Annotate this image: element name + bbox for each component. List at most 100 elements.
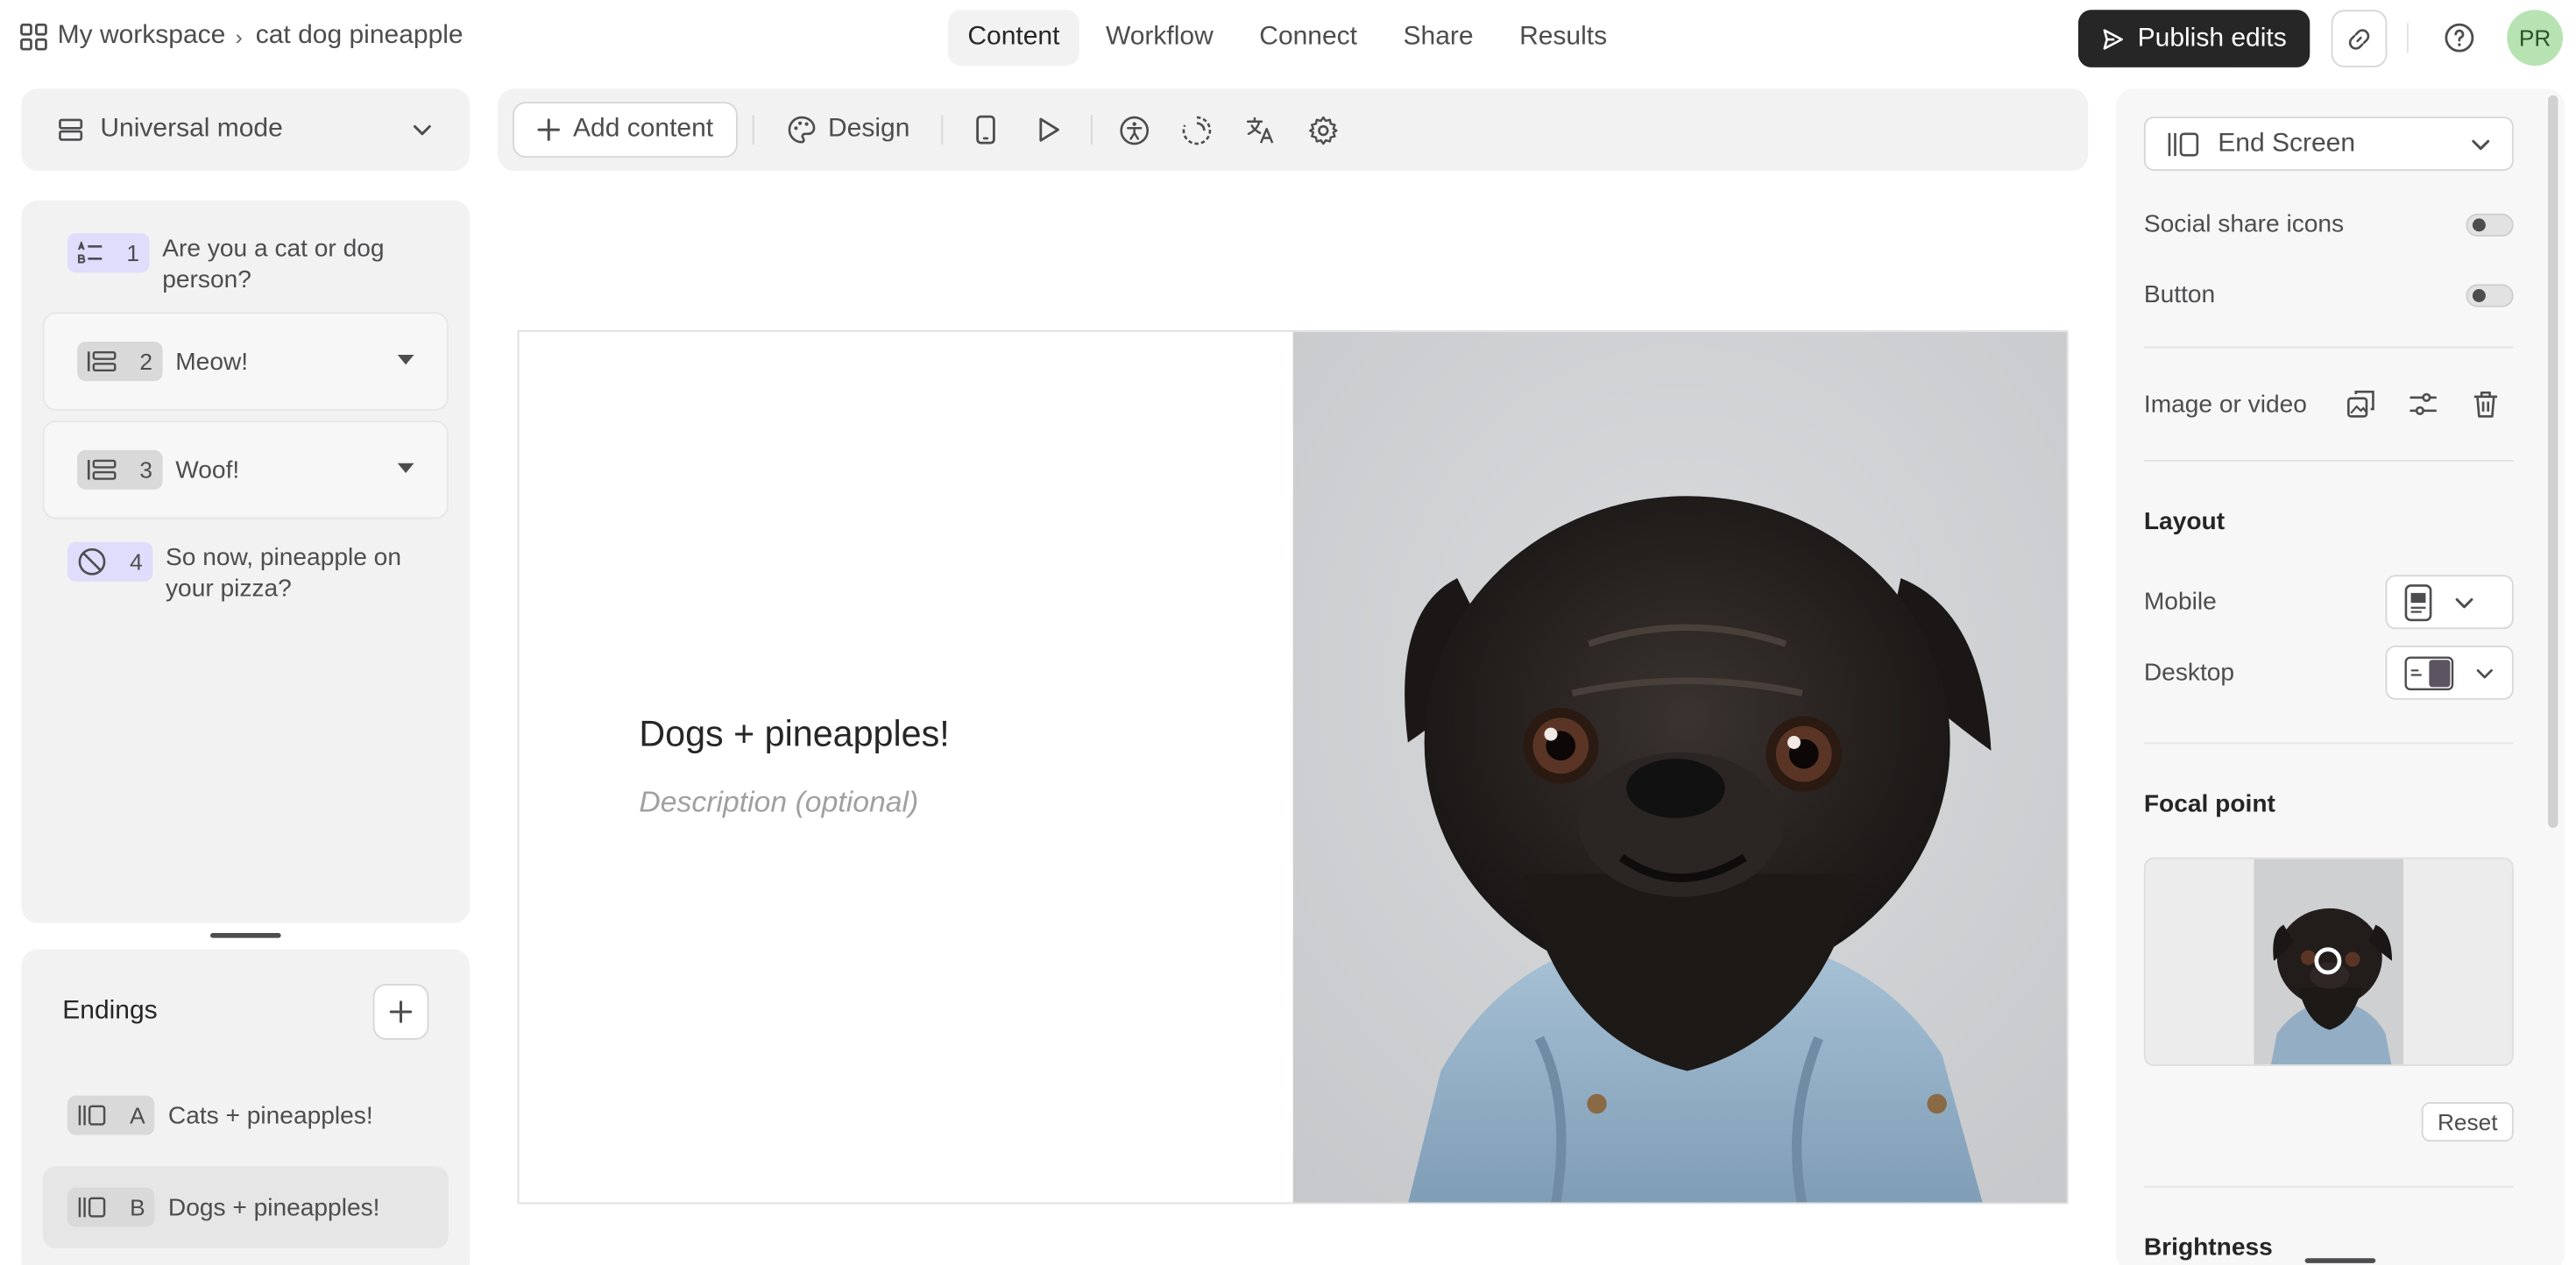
ending-text: Dogs + pineapples! bbox=[167, 1193, 380, 1222]
desktop-layout-select[interactable] bbox=[2385, 645, 2514, 700]
ending-chip: B bbox=[67, 1187, 155, 1227]
settings-button[interactable] bbox=[1305, 112, 1341, 148]
divider bbox=[2143, 742, 2514, 745]
tab-share[interactable]: Share bbox=[1384, 10, 1493, 66]
chevron-down-icon bbox=[2455, 597, 2473, 608]
ending-item[interactable]: A Cats + pineapples! bbox=[43, 1074, 449, 1156]
question-number: 2 bbox=[139, 348, 152, 375]
desktop-layout-icon bbox=[2404, 655, 2454, 690]
workspace-grid-icon[interactable] bbox=[20, 22, 48, 50]
chevron-right-icon: › bbox=[235, 24, 243, 49]
screen-description-placeholder[interactable]: Description (optional) bbox=[639, 785, 918, 819]
screen-title[interactable]: Dogs + pineapples! bbox=[639, 713, 949, 756]
brightness-title: Brightness bbox=[2143, 1233, 2273, 1261]
question-text: Are you a cat or dog person? bbox=[162, 235, 385, 294]
link-icon bbox=[2348, 28, 2370, 49]
desktop-layout-label: Desktop bbox=[2143, 658, 2235, 687]
caret-down-icon[interactable] bbox=[397, 355, 414, 365]
tab-workflow[interactable]: Workflow bbox=[1086, 10, 1233, 66]
end-screen-icon bbox=[78, 1105, 106, 1126]
tab-content[interactable]: Content bbox=[947, 10, 1079, 66]
question-chip: 1 bbox=[67, 233, 150, 273]
preview-button[interactable] bbox=[1030, 112, 1066, 148]
tab-connect[interactable]: Connect bbox=[1240, 10, 1377, 66]
chevron-down-icon bbox=[2472, 138, 2490, 150]
divider bbox=[2143, 1185, 2514, 1188]
button-toggle[interactable] bbox=[2466, 284, 2514, 307]
chevron-down-icon bbox=[2476, 668, 2494, 678]
avatar[interactable]: PR bbox=[2507, 10, 2563, 66]
mobile-preview-button[interactable] bbox=[967, 112, 1003, 148]
layers-icon bbox=[59, 118, 83, 141]
panel-scrollbar[interactable] bbox=[2548, 95, 2558, 828]
editor-toolbar: Add content Design bbox=[498, 88, 2089, 171]
yes-no-icon bbox=[78, 548, 106, 576]
publish-label: Publish edits bbox=[2137, 24, 2287, 53]
add-content-button[interactable]: Add content bbox=[513, 102, 738, 158]
end-screen-icon bbox=[78, 1197, 106, 1218]
breadcrumb-workspace[interactable]: My workspace bbox=[58, 21, 226, 51]
question-item[interactable]: 4 So now, pineapple on your pizza? bbox=[43, 541, 449, 604]
ending-letter: A bbox=[130, 1102, 145, 1129]
endings-title: Endings bbox=[62, 997, 158, 1025]
top-bar: My workspace › cat dog pineapple Content… bbox=[0, 0, 2576, 75]
question-item[interactable]: 3 Woof! bbox=[42, 420, 449, 519]
phone-icon bbox=[976, 115, 995, 145]
focal-point-title: Focal point bbox=[2143, 789, 2275, 818]
layout-title: Layout bbox=[2143, 507, 2226, 536]
pug-photo[interactable] bbox=[1292, 331, 2069, 1205]
focal-point-thumbnail bbox=[2254, 859, 2404, 1064]
translate-button[interactable] bbox=[1242, 112, 1278, 148]
design-label: Design bbox=[828, 115, 910, 144]
panel-resize-handle[interactable] bbox=[2304, 1258, 2376, 1263]
question-text: So now, pineapple on your pizza? bbox=[165, 543, 401, 604]
ending-item-selected[interactable]: B Dogs + pineapples! bbox=[42, 1166, 449, 1248]
copy-link-button[interactable] bbox=[2331, 10, 2388, 67]
breadcrumb: My workspace › cat dog pineapple bbox=[20, 21, 464, 51]
help-button[interactable] bbox=[2439, 18, 2479, 58]
replace-image-button[interactable] bbox=[2343, 386, 2379, 422]
divider bbox=[2143, 346, 2514, 349]
help-icon bbox=[2445, 23, 2474, 53]
publish-button[interactable]: Publish edits bbox=[2077, 10, 2311, 67]
mode-select[interactable]: Universal mode bbox=[21, 88, 471, 171]
caret-down-icon[interactable] bbox=[397, 463, 414, 473]
trash-icon bbox=[2473, 391, 2497, 418]
mobile-layout-select[interactable] bbox=[2385, 575, 2514, 630]
divider bbox=[2406, 23, 2409, 53]
properties-panel: End Screen Social share icons Button Ima… bbox=[2116, 88, 2565, 1265]
statement-icon bbox=[87, 350, 117, 372]
question-item[interactable]: 1 Are you a cat or dog person? bbox=[43, 233, 449, 295]
question-item[interactable]: 2 Meow! bbox=[42, 312, 449, 411]
social-share-toggle[interactable] bbox=[2466, 213, 2514, 237]
question-chip: 3 bbox=[77, 449, 163, 490]
add-content-label: Add content bbox=[572, 115, 714, 144]
reset-focal-button[interactable]: Reset bbox=[2421, 1102, 2514, 1142]
play-icon bbox=[1039, 117, 1059, 142]
chevron-down-icon bbox=[413, 124, 431, 136]
logic-button[interactable] bbox=[1178, 112, 1214, 148]
image-replace-icon bbox=[2347, 390, 2374, 418]
screen-type-label: End Screen bbox=[2218, 129, 2356, 158]
image-settings-button[interactable] bbox=[2405, 386, 2441, 422]
mobile-layout-label: Mobile bbox=[2143, 588, 2217, 617]
plus-icon bbox=[389, 1000, 413, 1023]
screen-type-select[interactable]: End Screen bbox=[2143, 117, 2514, 171]
toolbar-divider bbox=[752, 115, 754, 145]
delete-image-button[interactable] bbox=[2467, 386, 2503, 422]
toolbar-divider bbox=[941, 115, 944, 145]
focal-point-picker[interactable] bbox=[2143, 857, 2514, 1066]
panel-resize-handle[interactable] bbox=[210, 933, 281, 938]
mode-select-label: Universal mode bbox=[100, 115, 283, 144]
plus-icon bbox=[537, 118, 560, 141]
design-button[interactable]: Design bbox=[787, 102, 909, 158]
add-ending-button[interactable] bbox=[372, 984, 429, 1040]
button-label: Button bbox=[2143, 280, 2216, 309]
question-number: 4 bbox=[130, 548, 143, 576]
tab-results[interactable]: Results bbox=[1500, 10, 1627, 66]
breadcrumb-form-name[interactable]: cat dog pineapple bbox=[256, 21, 464, 51]
accessibility-button[interactable] bbox=[1115, 112, 1151, 148]
palette-icon bbox=[788, 116, 816, 144]
end-screen-icon bbox=[2168, 131, 2199, 156]
question-list: 1 Are you a cat or dog person? 2 Meow! 3… bbox=[21, 200, 471, 923]
